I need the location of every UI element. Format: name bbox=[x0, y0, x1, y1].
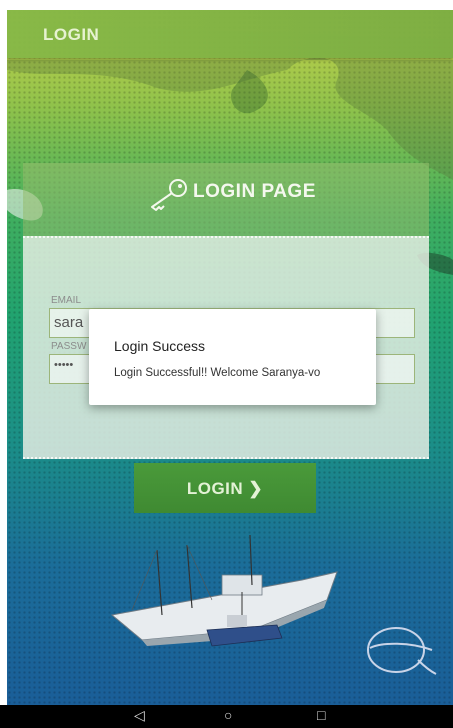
dialog-title: Login Success bbox=[114, 338, 206, 354]
email-label: EMAIL bbox=[51, 295, 82, 306]
home-icon[interactable]: ○ bbox=[224, 707, 232, 723]
key-icon bbox=[151, 179, 187, 211]
password-label: PASSW bbox=[51, 341, 87, 352]
login-success-dialog: Login Success Login Successful!! Welcome… bbox=[89, 309, 376, 405]
login-button[interactable]: LOGIN ❯ bbox=[134, 463, 316, 513]
dialog-message: Login Successful!! Welcome Saranya-vo bbox=[114, 367, 321, 379]
screen: LOGIN LOGIN PAGE EMAIL sara PASSW ••••• … bbox=[0, 0, 453, 728]
seal-logo bbox=[367, 627, 437, 675]
password-value: ••••• bbox=[54, 359, 74, 371]
ship-illustration bbox=[110, 534, 338, 647]
login-panel-header: LOGIN PAGE bbox=[23, 163, 429, 236]
email-value: sara bbox=[54, 314, 84, 331]
login-page-title: LOGIN PAGE bbox=[193, 181, 316, 202]
recents-icon[interactable]: □ bbox=[317, 707, 325, 723]
system-navigation-bar: ◁ ○ □ bbox=[0, 705, 453, 728]
app-bar-title: LOGIN bbox=[43, 25, 100, 44]
back-icon[interactable]: ◁ bbox=[134, 707, 145, 724]
app-bar: LOGIN bbox=[7, 10, 453, 58]
